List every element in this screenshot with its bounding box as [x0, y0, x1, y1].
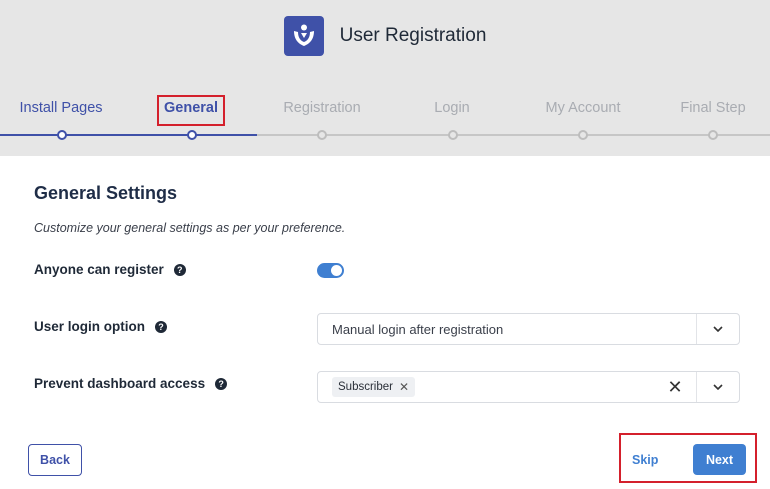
section-title: General Settings: [34, 183, 178, 203]
chevron-down-icon[interactable]: [697, 314, 739, 344]
step-my-account[interactable]: My Account: [546, 100, 621, 116]
prevent-dashboard-access-label: Prevent dashboard access ?: [34, 376, 228, 391]
setup-steps: Install Pages General Registration Login…: [0, 0, 770, 156]
step-final-step[interactable]: Final Step: [680, 100, 745, 116]
steps-progress: [0, 134, 257, 136]
remove-tag-icon[interactable]: ✕: [399, 380, 409, 394]
help-icon[interactable]: ?: [155, 320, 167, 333]
user-login-option-value: Manual login after registration: [332, 321, 504, 337]
anyone-can-register-text: Anyone can register: [34, 262, 164, 277]
step-dot-install-pages[interactable]: [57, 130, 67, 140]
help-icon[interactable]: ?: [215, 377, 228, 390]
step-login[interactable]: Login: [434, 100, 469, 116]
step-dot-login[interactable]: [448, 130, 458, 140]
user-login-option-label: User login option ?: [34, 319, 167, 334]
user-login-option-text: User login option: [34, 319, 145, 334]
step-dot-final-step[interactable]: [708, 130, 718, 140]
prevent-dashboard-access-text: Prevent dashboard access: [34, 376, 206, 391]
anyone-can-register-toggle[interactable]: [317, 263, 344, 278]
prevent-dashboard-access-select[interactable]: Subscriber ✕ ✕: [317, 371, 740, 403]
step-registration[interactable]: Registration: [283, 100, 360, 116]
toggle-knob: [331, 265, 342, 276]
anyone-can-register-label: Anyone can register ?: [34, 262, 186, 277]
section-description: Customize your general settings as per y…: [34, 221, 346, 235]
step-dot-general[interactable]: [187, 130, 197, 140]
step-dot-my-account[interactable]: [578, 130, 588, 140]
step-install-pages[interactable]: Install Pages: [19, 100, 102, 116]
general-step-highlight: [157, 95, 225, 126]
step-dot-registration[interactable]: [317, 130, 327, 140]
skip-next-highlight: [619, 433, 757, 483]
clear-selection-icon[interactable]: ✕: [660, 377, 690, 398]
chevron-down-icon[interactable]: [697, 372, 739, 402]
user-login-option-select[interactable]: Manual login after registration: [317, 313, 740, 345]
help-icon[interactable]: ?: [173, 263, 186, 276]
back-button[interactable]: Back: [28, 444, 82, 476]
role-tag-label: Subscriber: [338, 381, 393, 393]
role-tag-subscriber: Subscriber ✕: [332, 377, 416, 397]
